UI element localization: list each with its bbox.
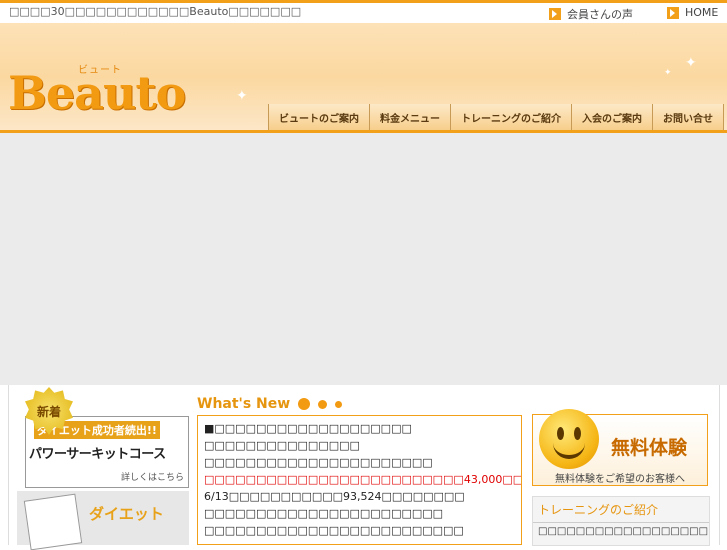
- nav-about[interactable]: ビュートのご案内: [268, 104, 369, 130]
- news-item: ■□□□□□□□□□□□□□□□□□□□: [204, 422, 412, 435]
- training-box[interactable]: トレーニングのご紹介 □□□□□□□□□□□□□□□□□□□□□□□□□□□□□…: [532, 496, 710, 546]
- members-voice-label: 会員さんの声: [567, 8, 633, 21]
- document-icon: [23, 493, 83, 550]
- promo-course-name: パワーサーキットコース: [29, 447, 166, 462]
- free-trial-subtitle: 無料体験をご希望のお客様へ: [555, 474, 685, 485]
- news-item: □□□□□□□□□□□□□□□□□□□□□□: [204, 456, 433, 469]
- sparkle-icon: ✦: [236, 88, 248, 104]
- news-item: 6/13□□□□□□□□□□□93,524□□□□□□□□: [204, 490, 465, 503]
- nav-join[interactable]: 入会のご案内: [571, 104, 652, 130]
- site-tagline: □□□□30□□□□□□□□□□□□Beauto□□□□□□□: [9, 5, 302, 18]
- sparkle-icon: ✦: [664, 68, 672, 78]
- main-visual-area: [0, 133, 727, 385]
- dot-icon: [318, 399, 328, 409]
- diet-banner-label: ダイエット: [89, 505, 164, 523]
- home-link[interactable]: HOME: [667, 6, 718, 19]
- arrow-right-icon: [667, 6, 679, 19]
- members-voice-link[interactable]: 会員さんの声: [549, 6, 633, 22]
- top-bar: □□□□30□□□□□□□□□□□□Beauto□□□□□□□ 会員さんの声 H…: [0, 0, 727, 23]
- whats-new-title: What's New: [197, 396, 291, 412]
- news-item: □□□□□□□□□□□□□□□□□□□□□□□□□: [204, 524, 464, 537]
- nav-training[interactable]: トレーニングのご紹介: [450, 104, 571, 130]
- smiley-icon: [539, 409, 599, 469]
- news-item: □□□□□□□□□□□□□□□: [204, 439, 360, 452]
- training-body: □□□□□□□□□□□□□□□□□□□□□□□□□□□□□□: [538, 526, 709, 537]
- free-trial-title: 無料体験: [611, 437, 688, 459]
- sparkle-icon: ✦: [685, 55, 697, 71]
- right-column: 無料体験 無料体験をご希望のお客様へ トレーニングのご紹介 □□□□□□□□□□…: [532, 409, 710, 546]
- training-title: トレーニングのご紹介: [533, 497, 709, 523]
- site-logo[interactable]: Beauto: [8, 66, 186, 120]
- news-item: □□□□□□□□□□□□□□□□□□□□□□□: [204, 507, 444, 520]
- dot-icon: [298, 398, 311, 410]
- free-trial-banner[interactable]: 無料体験 無料体験をご希望のお客様へ: [532, 409, 708, 486]
- left-column: ダイエット成功者続出!! パワーサーキットコース 詳しくはこちら 新着 ダイエッ…: [17, 385, 189, 550]
- dot-icon: [335, 400, 343, 408]
- main-nav: ビュートのご案内 料金メニュー トレーニングのご紹介 入会のご案内 お問い合せ: [268, 104, 724, 130]
- news-box: ■□□□□□□□□□□□□□□□□□□□ □□□□□□□□□□□□□□□ □□□…: [197, 415, 522, 545]
- diet-banner[interactable]: ダイエット: [17, 491, 189, 550]
- news-item-highlight: □□□□□□□□□□□□□□□□□□□□□□□□□43,000□□□□□□□□□…: [204, 473, 521, 486]
- arrow-right-icon: [549, 8, 561, 20]
- promo-more-link[interactable]: 詳しくはこちら: [121, 470, 184, 483]
- home-label: HOME: [685, 6, 719, 19]
- nav-price[interactable]: 料金メニュー: [369, 104, 450, 130]
- nav-contact[interactable]: お問い合せ: [652, 104, 724, 130]
- whats-new-heading: What's New: [197, 396, 343, 412]
